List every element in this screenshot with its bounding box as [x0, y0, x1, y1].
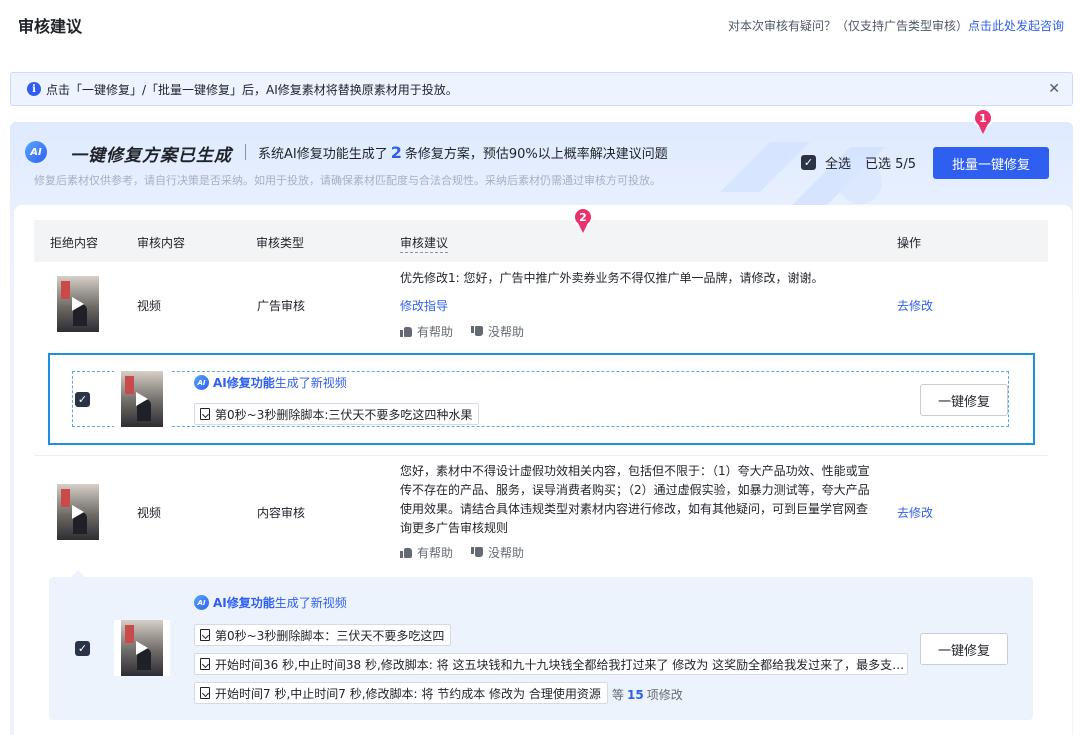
col-rejected: 拒绝内容 — [50, 236, 99, 250]
marker-1: 1 — [973, 108, 993, 134]
col-suggestion: 审核建议 — [400, 234, 449, 253]
fix1-one-click-button[interactable]: 一键修复 — [920, 384, 1008, 416]
fix1-video-thumbnail[interactable] — [114, 371, 170, 427]
document-edit-icon — [200, 687, 210, 699]
row1-content: 视频 — [137, 299, 162, 313]
play-icon — [136, 392, 148, 406]
batch-fix-button[interactable]: 批量一键修复 — [933, 147, 1049, 179]
document-edit-icon — [200, 408, 210, 420]
fix2-one-click-button[interactable]: 一键修复 — [920, 633, 1008, 665]
video-thumbnail[interactable] — [50, 484, 106, 540]
row1-feedback: 有帮助 没帮助 — [400, 323, 542, 340]
row1-type: 广告审核 — [257, 299, 306, 313]
fix2-script-change-3: 开始时间7 秒,中止时间7 秒,修改脚本: 将 节约成本 修改为 合理使用资源 — [194, 682, 608, 704]
helpful-button[interactable]: 有帮助 — [400, 323, 453, 340]
document-edit-icon — [200, 629, 210, 641]
page-title: 审核建议 — [18, 17, 83, 36]
row1-go-edit-link[interactable]: 去修改 — [897, 297, 933, 314]
marker-2: 2 — [573, 207, 593, 233]
col-type: 审核类型 — [256, 236, 305, 250]
select-all-label[interactable]: 全选 — [825, 153, 851, 172]
row1-suggestion: 优先修改1: 您好，广告中推广外卖券业务不得仅推广单一品牌，请修改，谢谢。 — [400, 271, 824, 285]
ai-mini-icon: AI — [194, 375, 209, 390]
row2-suggestion: 您好，素材中不得设计虚假功效相关内容，包括但不限于：（1）夸大产品功效、性能或宣… — [400, 464, 870, 535]
ai-badge-icon: AI — [25, 141, 47, 163]
fix2-video-thumbnail[interactable] — [114, 620, 170, 676]
edit-guide-link[interactable]: 修改指导 — [400, 297, 448, 314]
fix1-script-change: 第0秒~3秒删除脚本:三伏天不要多吃这四种水果 — [194, 403, 480, 425]
select-all-control: ✓ 全选 已选 5/5 — [801, 153, 916, 172]
thumbs-up-icon — [400, 547, 412, 558]
select-all-checkbox[interactable]: ✓ — [801, 155, 816, 170]
fix2-checkbox[interactable]: ✓ — [75, 641, 90, 656]
row-separator — [34, 455, 1048, 456]
fix2-script-change-1: 第0秒~3秒删除脚本：三伏天不要多吃这四 — [194, 624, 452, 646]
unhelpful-button[interactable]: 没帮助 — [471, 544, 524, 561]
close-icon[interactable]: ✕ — [1048, 81, 1060, 97]
play-icon — [72, 297, 84, 311]
row2-content: 视频 — [137, 506, 162, 520]
desc-suffix: 条修复方案，预估90%以上概率解决建议问题 — [404, 147, 668, 162]
consult-area: 对本次审核有疑问？（仅支持广告类型审核）点击此处发起咨询 — [728, 17, 1064, 34]
table-header: 拒绝内容 审核内容 审核类型 审核建议 操作 — [34, 220, 1048, 262]
row2-feedback: 有帮助 没帮助 — [400, 544, 542, 561]
fix-count: 2 — [390, 143, 402, 162]
fix2-script-change-2: 开始时间36 秒,中止时间38 秒,修改脚本: 将 这五块钱和九十九块钱全都给我… — [194, 653, 908, 675]
unhelpful-button[interactable]: 没帮助 — [471, 323, 524, 340]
document-edit-icon — [200, 658, 210, 670]
panel-disclaimer: 修复后素材仅供参考，请自行决策是否采纳。如用于投放，请确保素材匹配度与合法合规性… — [34, 174, 661, 187]
ai-mini-icon: AI — [194, 595, 209, 610]
helpful-button[interactable]: 有帮助 — [400, 544, 453, 561]
col-action: 操作 — [897, 236, 922, 250]
top-bar: 审核建议 对本次审核有疑问？（仅支持广告类型审核）点击此处发起咨询 — [0, 0, 1080, 50]
play-icon — [136, 641, 148, 655]
fix2-title: AI AI修复功能 生成了新视频 — [194, 594, 347, 611]
play-icon — [72, 505, 84, 519]
title-divider — [245, 144, 246, 160]
row2-go-edit-link[interactable]: 去修改 — [897, 504, 933, 521]
thumbs-down-icon — [471, 547, 483, 558]
fix1-title: AI AI修复功能 生成了新视频 — [194, 374, 347, 391]
consult-link[interactable]: 点击此处发起咨询 — [968, 19, 1064, 33]
panel-title: 一键修复方案已生成 — [70, 146, 232, 166]
notice-text: 点击「一键修复」/「批量一键修复」后，AI修复素材将替换原素材用于投放。 — [46, 82, 458, 97]
row2-type: 内容审核 — [257, 506, 306, 520]
selected-count: 已选 5/5 — [865, 157, 917, 172]
notice-bar: i 点击「一键修复」/「批量一键修复」后，AI修复素材将替换原素材用于投放。 ✕ — [10, 72, 1073, 106]
fix2-more-count: 等 15 项修改 — [612, 688, 683, 702]
col-content: 审核内容 — [137, 236, 186, 250]
fix1-checkbox[interactable]: ✓ — [75, 392, 90, 407]
video-thumbnail[interactable] — [50, 276, 106, 332]
thumbs-up-icon — [400, 326, 412, 337]
desc-prefix: 系统AI修复功能生成了 — [258, 147, 388, 162]
panel-description: 系统AI修复功能生成了 2 条修复方案，预估90%以上概率解决建议问题 — [258, 143, 668, 162]
thumbs-down-icon — [471, 326, 483, 337]
question-text: 对本次审核有疑问？（仅支持广告类型审核） — [727, 18, 968, 33]
info-icon: i — [27, 82, 41, 96]
